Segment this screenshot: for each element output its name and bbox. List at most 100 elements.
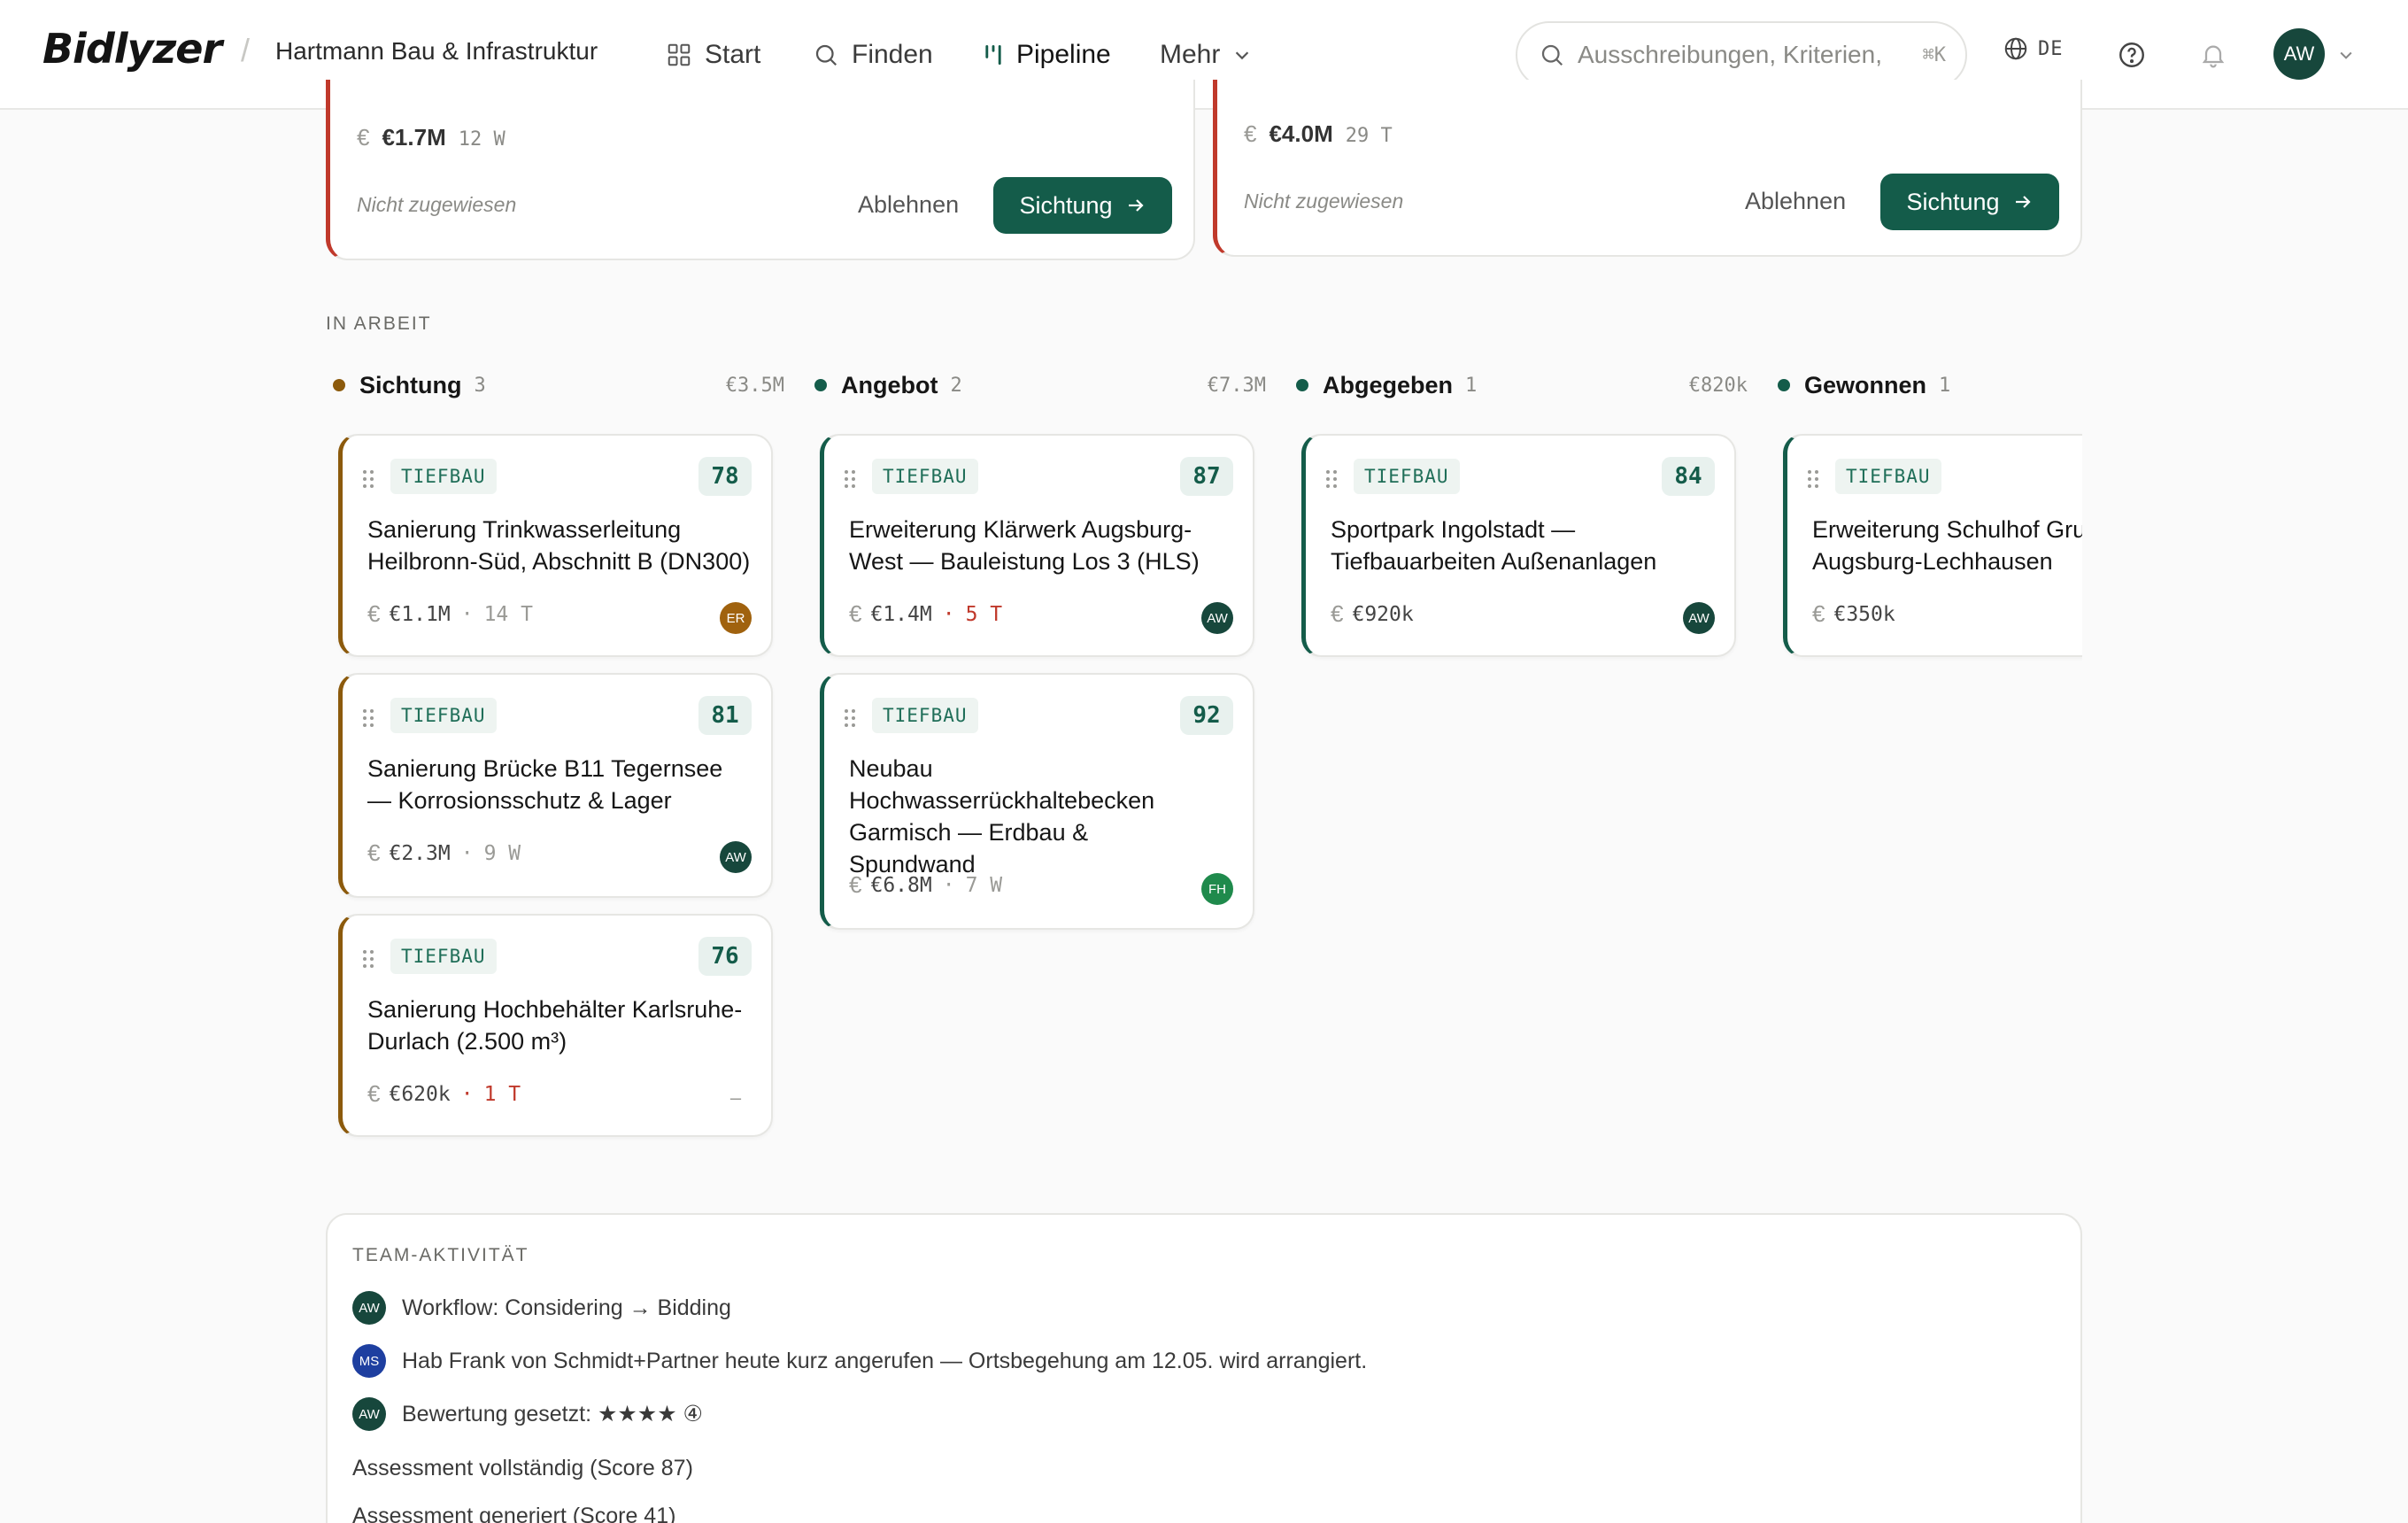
activity-item[interactable]: MS Hab Frank von Schmidt+Partner heute k… (352, 1344, 1367, 1378)
app-logo[interactable]: Bidlyzer (42, 25, 222, 73)
activity-text: Workflow: Considering → Bidding (402, 1295, 731, 1320)
section-heading: IN ARBEIT (326, 313, 432, 334)
category-tag: TIEFBAU (390, 459, 497, 494)
notifications-button[interactable] (2194, 35, 2233, 74)
drag-handle-icon[interactable] (362, 708, 374, 728)
card-amount: €1.7M (382, 124, 446, 151)
company-name[interactable]: Hartmann Bau & Infrastruktur (275, 37, 598, 66)
card-meta: € €2.3M · 9 W (367, 839, 521, 867)
nav-pipeline-label: Pipeline (1016, 40, 1111, 69)
chevron-down-icon (1236, 51, 1249, 60)
score-badge: 84 (1662, 457, 1715, 496)
language-label: DE (2038, 37, 2064, 60)
review-button[interactable]: Sichtung (1880, 174, 2059, 230)
tender-card[interactable]: TIEFBAU 81 Sanierung Brücke B11 Tegernse… (338, 673, 773, 898)
category-tag: TIEFBAU (390, 698, 497, 733)
euro-icon: € (1812, 600, 1825, 627)
euro-icon: € (367, 600, 381, 627)
column-count: 1 (1939, 374, 1951, 397)
column-clip: TIEFBAU Erweiterung Schulhof Grun Augsbu… (1778, 432, 2082, 662)
search-input[interactable] (1578, 41, 1896, 69)
euro-icon: € (1331, 600, 1344, 627)
review-button[interactable]: Sichtung (993, 177, 1172, 234)
card-deadline: 14 T (483, 602, 533, 626)
arrow-right-icon (2015, 196, 2031, 208)
reject-button[interactable]: Ablehnen (858, 191, 959, 219)
tender-card[interactable]: TIEFBAU 87 Erweiterung Klärwerk Augsburg… (820, 434, 1254, 657)
card-deadline: 7 W (965, 873, 1003, 897)
drag-handle-icon[interactable] (1325, 469, 1338, 489)
triage-card[interactable]: € €4.0M 29 T Nicht zugewiesen Ablehnen S… (1213, 80, 2082, 257)
tender-card[interactable]: TIEFBAU 84 Sportpark Ingolstadt — Tiefba… (1301, 434, 1736, 657)
euro-icon: € (367, 1080, 381, 1107)
activity-item[interactable]: AW Bewertung gesetzt: ★★★★ ④ (352, 1397, 703, 1431)
panel-heading: TEAM-AKTIVITÄT (352, 1245, 529, 1265)
tender-card[interactable]: TIEFBAU Erweiterung Schulhof Grun Augsbu… (1783, 434, 2082, 657)
reject-button[interactable]: Ablehnen (1745, 188, 1846, 215)
tender-card[interactable]: TIEFBAU 92 Neubau Hochwasserrückhaltebec… (820, 673, 1254, 930)
search-icon (1541, 44, 1563, 66)
euro-icon: € (849, 871, 862, 898)
assignee-avatar[interactable]: ER (720, 602, 752, 634)
tender-title: Erweiterung Klärwerk Augsburg-West — Bau… (849, 516, 1200, 575)
column-header-gewonnen: Gewonnen 1 (1778, 370, 2229, 400)
column-name: Angebot (841, 371, 938, 398)
activity-text: Assessment generiert (Score 41) (352, 1504, 676, 1523)
triage-card[interactable]: € €1.7M 12 W Nicht zugewiesen Ablehnen S… (326, 80, 1195, 260)
drag-handle-icon[interactable] (844, 469, 856, 489)
grid-icon (668, 43, 691, 66)
activity-item[interactable]: Assessment generiert (Score 41) (352, 1504, 675, 1523)
status-dot (814, 379, 827, 391)
nav-start-label: Start (705, 40, 761, 69)
status-dot (1296, 379, 1308, 391)
help-button[interactable] (2112, 35, 2151, 74)
drag-handle-icon[interactable] (844, 708, 856, 728)
drag-handle-icon[interactable] (1807, 469, 1819, 489)
card-deadline: 1 T (483, 1082, 521, 1106)
bell-icon (2202, 45, 2225, 68)
activity-item[interactable]: AW Workflow: Considering → Bidding (352, 1291, 731, 1325)
euro-icon: € (849, 600, 862, 627)
euro-icon: € (1244, 120, 1257, 147)
nav-finden-label: Finden (852, 40, 933, 69)
avatar: AW (352, 1291, 386, 1325)
review-button-label: Sichtung (1906, 188, 2000, 215)
tender-card[interactable]: TIEFBAU 76 Sanierung Hochbehälter Karlsr… (338, 914, 773, 1137)
assignee-empty[interactable]: – (720, 1082, 752, 1114)
user-menu-chevron-icon[interactable] (2337, 46, 2355, 64)
status-dot (1778, 379, 1790, 391)
tender-card[interactable]: TIEFBAU 78 Sanierung Trinkwasserleitung … (338, 434, 773, 657)
activity-item[interactable]: Assessment vollständig (Score 87) (352, 1456, 693, 1481)
card-duration: 29 T (1345, 125, 1393, 147)
category-tag: TIEFBAU (390, 939, 497, 974)
column-sum: €3.5M (725, 374, 784, 397)
card-meta: € €4.0M 29 T (1244, 120, 1393, 148)
assignee-avatar[interactable]: AW (1683, 602, 1715, 634)
assignee-avatar[interactable]: AW (720, 841, 752, 873)
card-meta: € €350k (1812, 600, 1895, 628)
user-avatar[interactable]: AW (2273, 28, 2325, 80)
card-amount: €620k (389, 1082, 451, 1106)
assignee-avatar[interactable]: AW (1201, 602, 1233, 634)
drag-handle-icon[interactable] (362, 949, 374, 969)
search-icon (815, 44, 837, 66)
card-meta: € €1.4M · 5 T (849, 600, 1002, 628)
assignee-avatar[interactable]: FH (1201, 873, 1233, 905)
nav-mehr-label: Mehr (1160, 40, 1221, 69)
column-header-sichtung: Sichtung 3 €3.5M (333, 370, 784, 400)
language-switcher[interactable]: DE (2003, 35, 2064, 62)
column-sum: €820k (1688, 374, 1748, 397)
category-tag: TIEFBAU (1354, 459, 1460, 494)
meta-separator: · (942, 602, 955, 626)
status-dot (333, 379, 345, 391)
column-count: 1 (1465, 374, 1478, 397)
column-name: Sichtung (359, 371, 462, 398)
drag-handle-icon[interactable] (362, 469, 374, 489)
category-tag: TIEFBAU (872, 459, 978, 494)
assignee-status: Nicht zugewiesen (1244, 189, 1404, 213)
global-search[interactable]: ⌘K (1516, 21, 1967, 89)
team-activity-panel: TEAM-AKTIVITÄT AW Workflow: Considering … (326, 1213, 2082, 1523)
tender-title: Sanierung Brücke B11 Tegernsee — Korrosi… (367, 755, 723, 814)
score-badge: 92 (1180, 696, 1233, 735)
assignee-status: Nicht zugewiesen (357, 193, 517, 216)
